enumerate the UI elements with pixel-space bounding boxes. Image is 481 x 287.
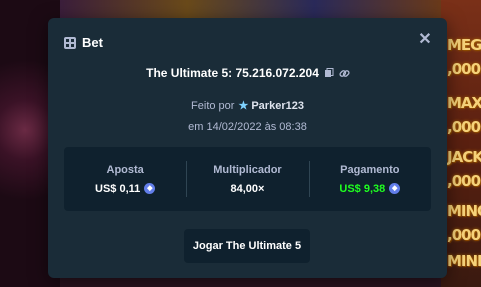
stat-label: Pagamento	[340, 163, 400, 176]
placed-by-row: Feito por ★ Parker123	[48, 99, 447, 113]
payout-amount: US$ 9,38	[339, 182, 386, 195]
background-slot-text: ,000	[447, 172, 481, 190]
background-slot-text: MAX	[447, 94, 481, 112]
stat-label: Multiplicador	[213, 163, 282, 176]
stat-value: 84,00×	[231, 183, 265, 195]
modal-title: Bet	[82, 35, 103, 50]
background-slot-text: JACKO	[447, 148, 481, 166]
bet-date: em 14/02/2022 às 08:38	[188, 121, 307, 133]
background-slot-text: ,000	[447, 226, 481, 244]
background-slot-text: MINO	[447, 202, 481, 220]
background-slot-text: MINI	[447, 252, 481, 270]
stat-value: US$ 9,38 ◆	[339, 182, 401, 195]
ethereum-coin-icon: ◆	[389, 183, 401, 194]
game-background-right: MEGA ,000 MAX ,000 JACKO ,000 MINO ,000 …	[441, 0, 481, 287]
username: Parker123	[251, 99, 304, 112]
background-slot-text: ,000	[447, 118, 481, 136]
bet-amount: US$ 0,11	[95, 182, 141, 195]
modal-header: Bet	[64, 35, 103, 50]
bet-id-row: The Ultimate 5: 75.216.072.204	[48, 66, 447, 80]
bet-details-modal: Bet ✕ The Ultimate 5: 75.216.072.204 Fei…	[48, 18, 447, 278]
background-slot-text: MEGA	[447, 36, 481, 54]
stat-multiplier: Multiplicador 84,00×	[186, 147, 308, 211]
placed-by-label: Feito por	[191, 99, 235, 112]
stat-label: Aposta	[106, 163, 144, 176]
stat-payout: Pagamento US$ 9,38 ◆	[308, 147, 431, 211]
ethereum-coin-icon: ◆	[144, 183, 156, 194]
bet-stats-panel: Aposta US$ 0,11 ◆ Multiplicador 84,00× P…	[64, 147, 431, 211]
vip-star-icon: ★	[238, 100, 249, 112]
close-icon[interactable]: ✕	[417, 32, 433, 48]
user-link[interactable]: ★ Parker123	[238, 99, 304, 113]
play-game-button[interactable]: Jogar The Ultimate 5	[184, 229, 310, 263]
game-background-top	[60, 0, 441, 18]
copy-icon[interactable]	[324, 68, 334, 78]
multiplier-amount: 84,00×	[230, 182, 265, 195]
bet-id: The Ultimate 5: 75.216.072.204	[146, 66, 319, 80]
stat-value: US$ 0,11 ◆	[95, 182, 156, 195]
calculator-icon	[64, 36, 76, 49]
stat-bet: Aposta US$ 0,11 ◆	[64, 147, 186, 211]
background-slot-text: ,000	[447, 60, 481, 78]
link-icon[interactable]	[339, 68, 350, 78]
